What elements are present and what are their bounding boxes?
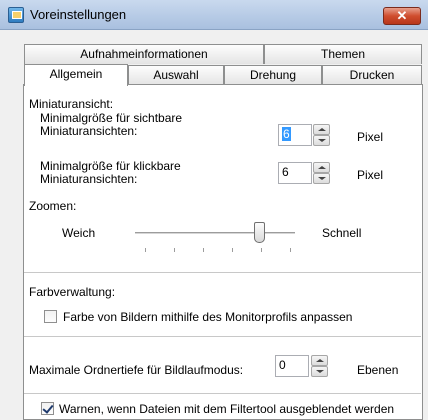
spin-up-icon[interactable] [313, 162, 330, 173]
zoom-heading: Zoomen: [29, 199, 77, 213]
separator [24, 393, 421, 394]
folder-depth-label: Maximale Ordnertiefe für Bildlaufmodus: [29, 363, 244, 377]
zoom-slider-thumb[interactable] [254, 222, 265, 243]
spin-up-icon[interactable] [313, 124, 330, 135]
spin-down-icon[interactable] [313, 135, 330, 146]
folder-depth-value: 0 [279, 358, 286, 372]
color-heading: Farbverwaltung: [29, 285, 116, 299]
slider-tick [174, 248, 175, 252]
spin-down-icon[interactable] [313, 173, 330, 184]
clickable-size-stepper[interactable] [313, 162, 330, 184]
color-profile-label[interactable]: Farbe von Bildern mithilfe des Monitorpr… [63, 310, 352, 324]
spin-up-icon[interactable] [311, 355, 328, 366]
visible-size-unit: Pixel [357, 130, 384, 144]
filter-warning-label[interactable]: Warnen, wenn Dateien mit dem Filtertool … [59, 402, 394, 416]
clickable-size-label: Minimalgröße für klickbare Miniaturansic… [40, 159, 181, 186]
separator [24, 336, 421, 337]
clickable-size-unit: Pixel [357, 168, 384, 182]
visible-size-input[interactable]: 6 [278, 124, 312, 146]
slider-tick [232, 248, 233, 252]
filter-warning-checkbox[interactable] [41, 402, 54, 415]
clickable-size-input[interactable]: 6 [278, 162, 312, 184]
slider-tick [203, 248, 204, 252]
zoom-max-label: Schnell [322, 226, 362, 240]
thumbnail-heading: Miniaturansicht: [29, 97, 114, 111]
color-profile-checkbox[interactable] [44, 310, 57, 323]
zoom-min-label: Weich [62, 226, 96, 240]
preferences-window: Voreinstellungen ✕ Aufnahmeinformationen… [0, 0, 428, 420]
slider-tick [290, 248, 291, 252]
folder-depth-stepper[interactable] [311, 355, 328, 377]
visible-size-label: Minimalgröße für sichtbare Miniaturansic… [40, 111, 183, 138]
panel-content: Miniaturansicht: Minimalgröße für sichtb… [0, 0, 428, 420]
folder-depth-input[interactable]: 0 [275, 355, 309, 377]
visible-size-value: 6 [282, 127, 291, 141]
slider-tick [145, 248, 146, 252]
visible-size-stepper[interactable] [313, 124, 330, 146]
zoom-slider-track[interactable] [135, 232, 295, 234]
separator [24, 272, 421, 273]
folder-depth-unit: Ebenen [357, 363, 399, 377]
spin-down-icon[interactable] [311, 366, 328, 377]
slider-tick [261, 248, 262, 252]
clickable-size-value: 6 [282, 165, 289, 179]
